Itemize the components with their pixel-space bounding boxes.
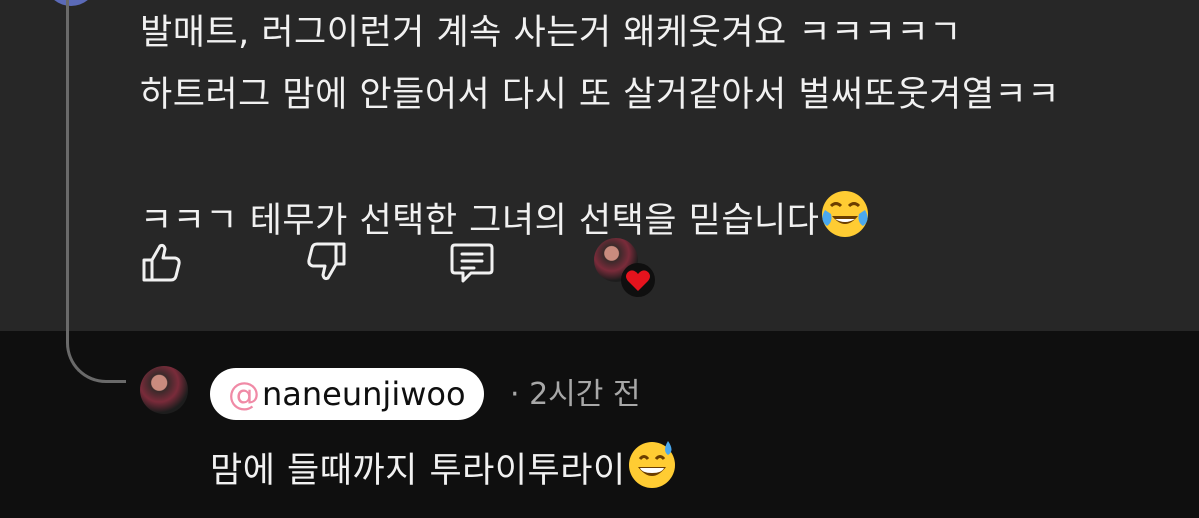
mention-chip[interactable]: @ naneunjiwoo <box>210 368 484 420</box>
comment-actions <box>0 236 600 292</box>
thumbs-up-icon <box>138 238 186 290</box>
comment-line: 하트러그 맘에 안들어서 다시 또 살거같아서 벌써또웃겨열ㅋㅋ <box>140 75 1060 115</box>
reply-timestamp: · 2시간 전 <box>510 377 641 412</box>
like-button[interactable] <box>136 236 188 292</box>
heart-icon <box>620 262 656 298</box>
reply-body: 맘에 들때까지 투라이투라이 <box>210 438 678 507</box>
comment-body: 발매트, 러그이런거 계속 사는거 왜케웃겨요 ㅋㅋㅋㅋㄱ 하트러그 맘에 안들… <box>140 2 1180 260</box>
comment-icon <box>447 237 497 291</box>
tears-of-joy-emoji-icon <box>819 126 871 260</box>
comment-line: 발매트, 러그이런거 계속 사는거 왜케웃겨요 ㅋㅋㅋㅋㄱ <box>140 13 962 53</box>
comment-line: ㅋㅋㄱ 테무가 선택한 그녀의 선택을 믿습니다 <box>140 201 820 241</box>
mention-handle: naneunjiwoo <box>262 375 466 413</box>
reply-text: 맘에 들때까지 투라이투라이 <box>210 451 626 491</box>
thumbs-down-icon <box>302 238 350 290</box>
mention-at: @ <box>228 375 260 413</box>
thread-connector <box>66 331 126 383</box>
reply-button[interactable] <box>446 236 498 292</box>
grinning-sweat-emoji-icon <box>626 438 678 507</box>
reply-avatar[interactable] <box>140 366 188 414</box>
dislike-button[interactable] <box>300 236 352 292</box>
